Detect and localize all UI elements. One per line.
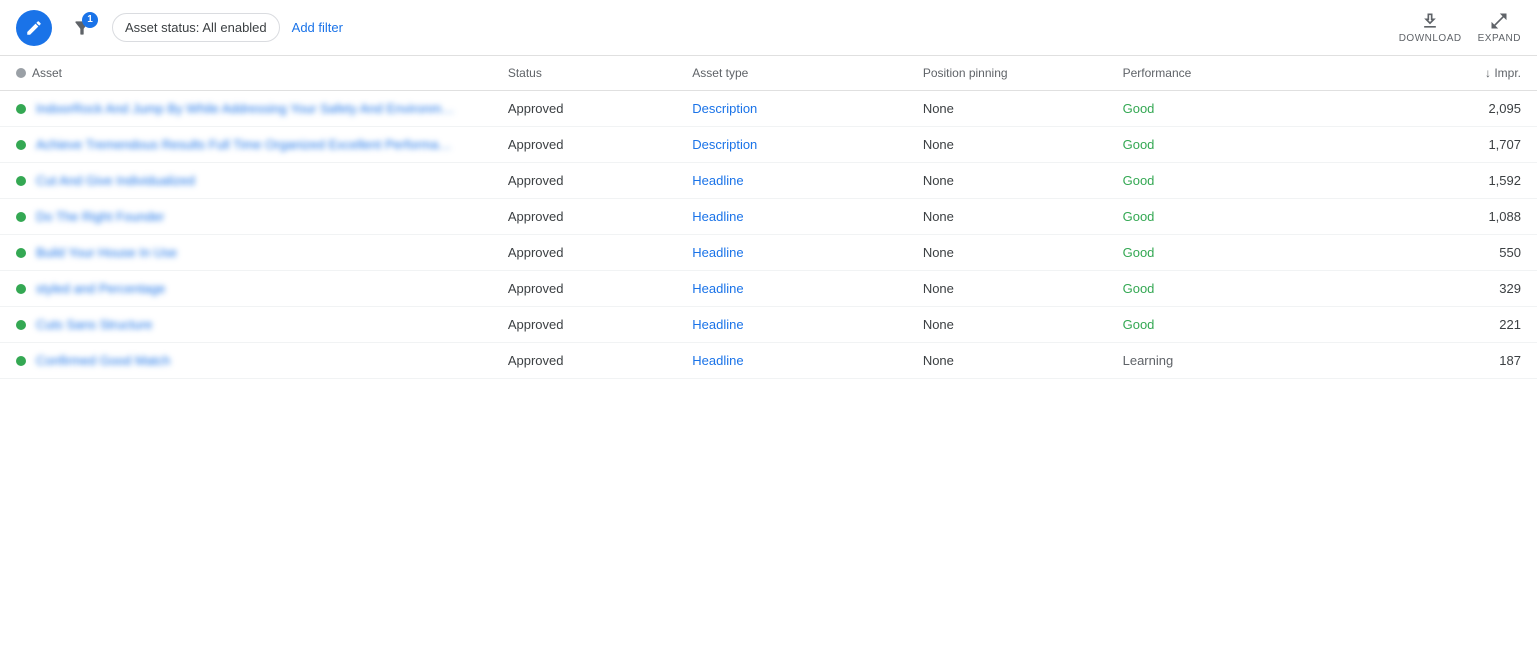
col-header-status: Status [492, 56, 676, 91]
expand-button[interactable]: EXPAND [1478, 11, 1521, 44]
add-filter-button[interactable]: Add filter [292, 20, 343, 35]
status-cell-5: Approved [492, 271, 676, 307]
asset-type-cell-0[interactable]: Description [676, 91, 907, 127]
status-cell-2: Approved [492, 163, 676, 199]
toolbar: 1 Asset status: All enabled Add filter D… [0, 0, 1537, 56]
table-row: Cut And Give Individualized Approved Hea… [0, 163, 1537, 199]
performance-cell-0: Good [1107, 91, 1384, 127]
col-header-performance: Performance [1107, 56, 1384, 91]
col-header-position-pinning: Position pinning [907, 56, 1107, 91]
edit-button[interactable] [16, 10, 52, 46]
status-cell-3: Approved [492, 199, 676, 235]
asset-cell-5: styled and Percentage [0, 271, 492, 307]
asset-cell-6: Cuts Sans Structure [0, 307, 492, 343]
asset-cell-7: Confirmed Good Match [0, 343, 492, 379]
expand-label: EXPAND [1478, 33, 1521, 44]
status-cell-1: Approved [492, 127, 676, 163]
pinning-cell-7: None [907, 343, 1107, 379]
asset-name-0[interactable]: IndoorRock And Jump By While Addressing … [36, 101, 456, 116]
performance-cell-3: Good [1107, 199, 1384, 235]
performance-cell-2: Good [1107, 163, 1384, 199]
asset-type-cell-2[interactable]: Headline [676, 163, 907, 199]
download-button[interactable]: DOWNLOAD [1399, 11, 1462, 44]
status-cell-7: Approved [492, 343, 676, 379]
pinning-cell-3: None [907, 199, 1107, 235]
table-row: IndoorRock And Jump By While Addressing … [0, 91, 1537, 127]
asset-name-1[interactable]: Achieve Tremendous Results Full Time Org… [36, 137, 456, 152]
table-body: IndoorRock And Jump By While Addressing … [0, 91, 1537, 379]
asset-name-4[interactable]: Build Your House In Use [36, 245, 177, 260]
asset-cell-0: IndoorRock And Jump By While Addressing … [0, 91, 492, 127]
status-cell-0: Approved [492, 91, 676, 127]
pinning-cell-4: None [907, 235, 1107, 271]
impressions-cell-0: 2,095 [1383, 91, 1537, 127]
asset-type-cell-1[interactable]: Description [676, 127, 907, 163]
filter-button[interactable]: 1 [64, 10, 100, 46]
table-row: Achieve Tremendous Results Full Time Org… [0, 127, 1537, 163]
pinning-cell-0: None [907, 91, 1107, 127]
col-header-asset-type: Asset type [676, 56, 907, 91]
performance-cell-6: Good [1107, 307, 1384, 343]
col-header-asset: Asset [0, 56, 492, 91]
header-dot [16, 68, 26, 78]
status-dot-0 [16, 104, 26, 114]
impressions-cell-6: 221 [1383, 307, 1537, 343]
table-row: Build Your House In Use Approved Headlin… [0, 235, 1537, 271]
table-header: Asset Status Asset type Position pinning… [0, 56, 1537, 91]
status-dot-4 [16, 248, 26, 258]
status-dot-5 [16, 284, 26, 294]
toolbar-right: DOWNLOAD EXPAND [1399, 11, 1521, 44]
asset-type-cell-3[interactable]: Headline [676, 199, 907, 235]
performance-cell-4: Good [1107, 235, 1384, 271]
status-cell-6: Approved [492, 307, 676, 343]
impressions-cell-1: 1,707 [1383, 127, 1537, 163]
asset-cell-4: Build Your House In Use [0, 235, 492, 271]
asset-type-cell-4[interactable]: Headline [676, 235, 907, 271]
impressions-cell-4: 550 [1383, 235, 1537, 271]
asset-cell-1: Achieve Tremendous Results Full Time Org… [0, 127, 492, 163]
asset-cell-3: Do The Right Founder [0, 199, 492, 235]
pinning-cell-6: None [907, 307, 1107, 343]
impressions-cell-7: 187 [1383, 343, 1537, 379]
asset-type-cell-6[interactable]: Headline [676, 307, 907, 343]
status-filter-button[interactable]: Asset status: All enabled [112, 13, 280, 42]
performance-cell-5: Good [1107, 271, 1384, 307]
assets-table-container: Asset Status Asset type Position pinning… [0, 56, 1537, 379]
asset-name-5[interactable]: styled and Percentage [36, 281, 165, 296]
assets-table: Asset Status Asset type Position pinning… [0, 56, 1537, 379]
download-label: DOWNLOAD [1399, 33, 1462, 44]
table-row: Do The Right Founder Approved Headline N… [0, 199, 1537, 235]
impressions-cell-5: 329 [1383, 271, 1537, 307]
status-dot-7 [16, 356, 26, 366]
pinning-cell-5: None [907, 271, 1107, 307]
pinning-cell-1: None [907, 127, 1107, 163]
impressions-cell-2: 1,592 [1383, 163, 1537, 199]
table-row: Confirmed Good Match Approved Headline N… [0, 343, 1537, 379]
impressions-cell-3: 1,088 [1383, 199, 1537, 235]
status-dot-6 [16, 320, 26, 330]
asset-name-7[interactable]: Confirmed Good Match [36, 353, 170, 368]
sort-arrow: ↓ [1485, 66, 1494, 80]
status-dot-3 [16, 212, 26, 222]
status-dot-2 [16, 176, 26, 186]
asset-cell-2: Cut And Give Individualized [0, 163, 492, 199]
asset-name-3[interactable]: Do The Right Founder [36, 209, 164, 224]
table-row: Cuts Sans Structure Approved Headline No… [0, 307, 1537, 343]
performance-cell-1: Good [1107, 127, 1384, 163]
asset-type-cell-7[interactable]: Headline [676, 343, 907, 379]
filter-badge-count: 1 [82, 12, 98, 28]
pinning-cell-2: None [907, 163, 1107, 199]
col-header-impressions[interactable]: ↓ Impr. [1383, 56, 1537, 91]
asset-name-6[interactable]: Cuts Sans Structure [36, 317, 152, 332]
performance-cell-7: Learning [1107, 343, 1384, 379]
asset-name-2[interactable]: Cut And Give Individualized [36, 173, 195, 188]
status-dot-1 [16, 140, 26, 150]
table-row: styled and Percentage Approved Headline … [0, 271, 1537, 307]
asset-type-cell-5[interactable]: Headline [676, 271, 907, 307]
status-cell-4: Approved [492, 235, 676, 271]
